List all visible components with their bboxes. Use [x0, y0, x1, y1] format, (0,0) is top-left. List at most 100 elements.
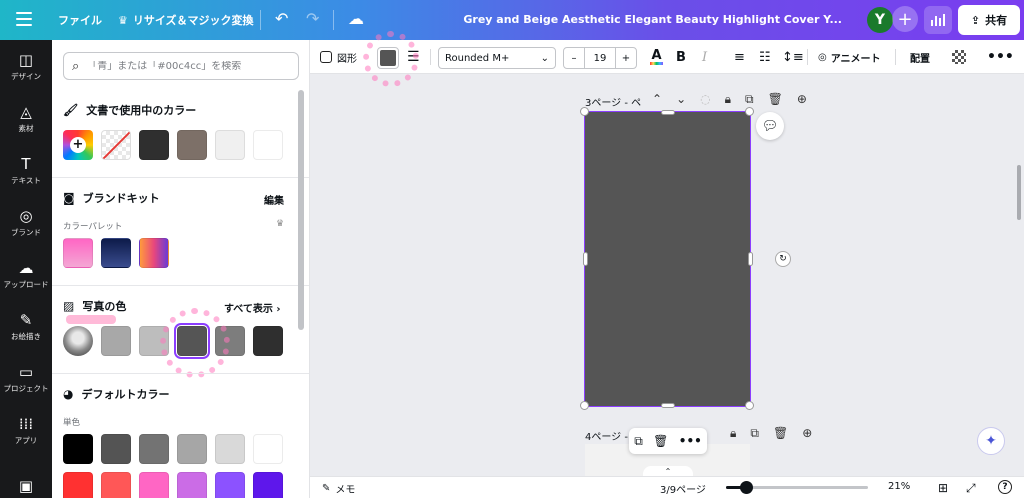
color-search-box[interactable]: ⌕	[63, 52, 299, 80]
increase-size-button[interactable]: +	[616, 48, 636, 68]
bold-button[interactable]: B	[676, 47, 686, 67]
brand-kit-edit-link[interactable]: 編集	[264, 192, 284, 207]
document-title[interactable]: Grey and Beige Aesthetic Elegant Beauty …	[463, 13, 842, 26]
add-color-button[interactable]: +	[63, 130, 93, 160]
add-page-icon[interactable]: ⊕	[802, 426, 812, 441]
resize-handle[interactable]	[583, 252, 588, 266]
align-center-icon[interactable]: ≡	[734, 47, 745, 67]
default-color-swatch[interactable]	[63, 434, 93, 464]
default-color-swatch[interactable]	[253, 434, 283, 464]
trash-icon[interactable]: 🗑︎	[768, 92, 783, 107]
duplicate-page-icon[interactable]: ⧉	[750, 426, 759, 441]
transparency-icon[interactable]	[952, 50, 966, 64]
resize-handle[interactable]	[745, 107, 754, 116]
doc-color-swatch[interactable]	[253, 130, 283, 160]
trash-icon[interactable]: 🗑︎	[653, 434, 668, 448]
resize-magic-switch-button[interactable]: ♛ リサイズ＆マジック変換	[118, 12, 254, 28]
shape-button[interactable]: 図形	[320, 47, 357, 67]
photo-color-swatch[interactable]	[215, 326, 245, 356]
default-color-swatch[interactable]	[101, 434, 131, 464]
decrease-size-button[interactable]: –	[564, 48, 584, 68]
cloud-saved-icon[interactable]: ☁	[348, 9, 364, 28]
default-color-swatch[interactable]	[177, 434, 207, 464]
add-comment-icon[interactable]: 💬︎	[756, 112, 784, 140]
resize-handle[interactable]	[661, 403, 675, 408]
see-all-link[interactable]: すべて表示 ›	[224, 300, 281, 315]
page-3-canvas[interactable]	[584, 111, 751, 407]
canvas-scrollbar[interactable]	[1017, 165, 1021, 220]
hide-icon[interactable]: ◌	[700, 92, 710, 107]
file-menu-button[interactable]: ファイル	[58, 12, 102, 28]
menu-icon[interactable]	[16, 12, 32, 26]
photo-color-swatch[interactable]	[139, 326, 169, 356]
lock-icon[interactable]: 🔒︎	[730, 426, 736, 441]
lock-icon[interactable]: 🔒︎	[725, 92, 731, 107]
rail-item-more[interactable]: ▣	[0, 478, 52, 497]
doc-color-swatch[interactable]	[139, 130, 169, 160]
default-color-swatch[interactable]	[215, 472, 245, 498]
page-3-title[interactable]: 3ページ - ペ	[585, 94, 641, 109]
default-color-swatch[interactable]	[215, 434, 245, 464]
animate-button[interactable]: ◎ アニメート	[818, 47, 881, 67]
page-counter[interactable]: 3/9ページ	[660, 481, 706, 496]
text-color-button[interactable]: A	[650, 47, 663, 67]
color-search-input[interactable]	[87, 60, 278, 72]
default-color-swatch[interactable]	[101, 472, 131, 498]
more-options-icon[interactable]: •••	[679, 434, 702, 448]
share-button[interactable]: ⇪ 共有	[958, 5, 1020, 35]
grid-view-icon[interactable]: ⊞	[938, 481, 948, 495]
rail-item-upload[interactable]: ☁ アップロード	[0, 260, 52, 290]
default-color-swatch[interactable]	[63, 472, 93, 498]
photo-color-swatch[interactable]	[253, 326, 283, 356]
page-4-title[interactable]: 4ページ -	[585, 428, 628, 443]
photo-color-swatch[interactable]	[174, 323, 210, 359]
chevron-down-icon[interactable]: ⌄	[676, 92, 686, 107]
rail-item-elements[interactable]: ◬ 素材	[0, 104, 52, 134]
rail-item-draw[interactable]: ✎ お絵描き	[0, 312, 52, 342]
font-size-stepper[interactable]: – 19 +	[563, 47, 637, 69]
duplicate-page-icon[interactable]: ⧉	[745, 92, 754, 107]
rail-item-design[interactable]: ◫ デザイン	[0, 52, 52, 82]
doc-color-swatch[interactable]	[177, 130, 207, 160]
notes-button[interactable]: ✎ メモ	[322, 481, 355, 496]
rail-item-projects[interactable]: ▭ プロジェクト	[0, 364, 52, 394]
more-options-icon[interactable]: •••	[987, 47, 1014, 67]
panel-scrollbar[interactable]	[298, 90, 304, 330]
resize-handle[interactable]	[745, 401, 754, 410]
add-page-icon[interactable]: ⊕	[797, 92, 807, 107]
fullscreen-icon[interactable]: ⤢	[966, 481, 976, 496]
brand-swatch-navy[interactable]	[101, 238, 131, 268]
resize-handle[interactable]	[580, 401, 589, 410]
position-button[interactable]: 配置	[910, 47, 930, 67]
italic-button[interactable]: I	[702, 47, 707, 67]
rail-item-text[interactable]: T テキスト	[0, 156, 52, 186]
default-color-swatch[interactable]	[139, 434, 169, 464]
magic-assistant-icon[interactable]: ✦	[977, 427, 1005, 455]
duplicate-icon[interactable]: ⧉	[634, 434, 643, 449]
redo-icon[interactable]: ↷	[306, 9, 319, 28]
resize-handle[interactable]	[748, 252, 753, 266]
resize-handle[interactable]	[661, 110, 675, 115]
line-spacing-icon[interactable]: ↕≡	[782, 47, 804, 67]
avatar[interactable]: Y	[867, 7, 893, 33]
brand-swatch-gradient[interactable]	[139, 238, 169, 268]
font-size-value[interactable]: 19	[584, 48, 616, 68]
photo-color-swatch[interactable]	[101, 326, 131, 356]
list-icon[interactable]: ☷	[759, 47, 771, 67]
font-family-select[interactable]: Rounded M+ ⌄	[438, 47, 556, 69]
undo-icon[interactable]: ↶	[275, 9, 288, 28]
chevron-up-icon[interactable]: ⌃	[652, 92, 662, 107]
rotate-icon[interactable]: ↻	[775, 251, 791, 267]
default-color-swatch[interactable]	[139, 472, 169, 498]
zoom-slider-knob[interactable]	[740, 481, 753, 494]
photo-thumbnail[interactable]	[63, 326, 93, 356]
brand-swatch-pink[interactable]	[63, 238, 93, 268]
border-style-icon[interactable]: ☰	[407, 47, 420, 67]
trash-icon[interactable]: 🗑︎	[773, 426, 788, 441]
add-collaborator-button[interactable]: +	[892, 6, 918, 32]
default-color-swatch[interactable]	[253, 472, 283, 498]
resize-handle[interactable]	[580, 107, 589, 116]
transparent-swatch[interactable]	[101, 130, 131, 160]
default-color-swatch[interactable]	[177, 472, 207, 498]
doc-color-swatch[interactable]	[215, 130, 245, 160]
